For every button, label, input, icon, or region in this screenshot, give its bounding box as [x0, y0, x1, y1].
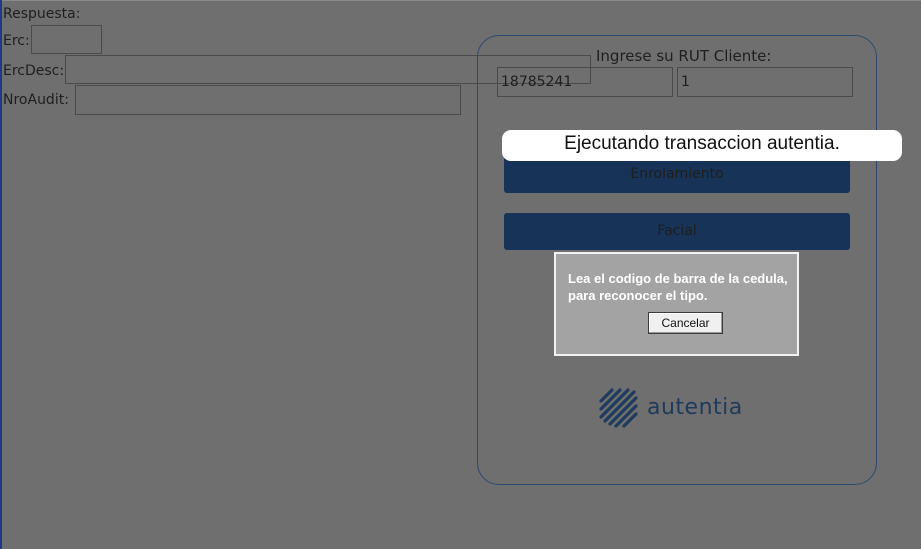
enrolamiento-button[interactable]: Enrolamiento: [504, 156, 850, 193]
nroaudit-field[interactable]: [75, 85, 461, 115]
cancel-button[interactable]: Cancelar: [648, 312, 723, 334]
erc-field[interactable]: [31, 25, 102, 54]
dv-input[interactable]: [677, 67, 853, 97]
autentia-logo-text: autentia: [647, 395, 743, 420]
rut-input[interactable]: [497, 67, 673, 97]
ercdesc-label: ErcDesc:: [3, 63, 65, 79]
nroaudit-label: NroAudit:: [3, 92, 69, 108]
dialog-message: Lea el codigo de barra de la cedula, par…: [568, 271, 788, 303]
window-top-border: [0, 0, 921, 1]
window-left-border: [0, 0, 2, 549]
erc-label: Erc:: [3, 33, 30, 49]
barcode-dialog: Lea el codigo de barra de la cedula, par…: [554, 252, 799, 356]
rut-label: Ingrese su RUT Cliente:: [596, 47, 772, 65]
respuesta-label: Respuesta:: [3, 6, 81, 22]
status-toast: Ejecutando transaccion autentia.: [502, 130, 902, 161]
autentia-logo-icon: [599, 388, 638, 428]
status-toast-message: Ejecutando transaccion autentia.: [564, 133, 840, 154]
facial-button[interactable]: Facial: [504, 213, 850, 250]
autentia-logo: autentia: [598, 386, 758, 434]
